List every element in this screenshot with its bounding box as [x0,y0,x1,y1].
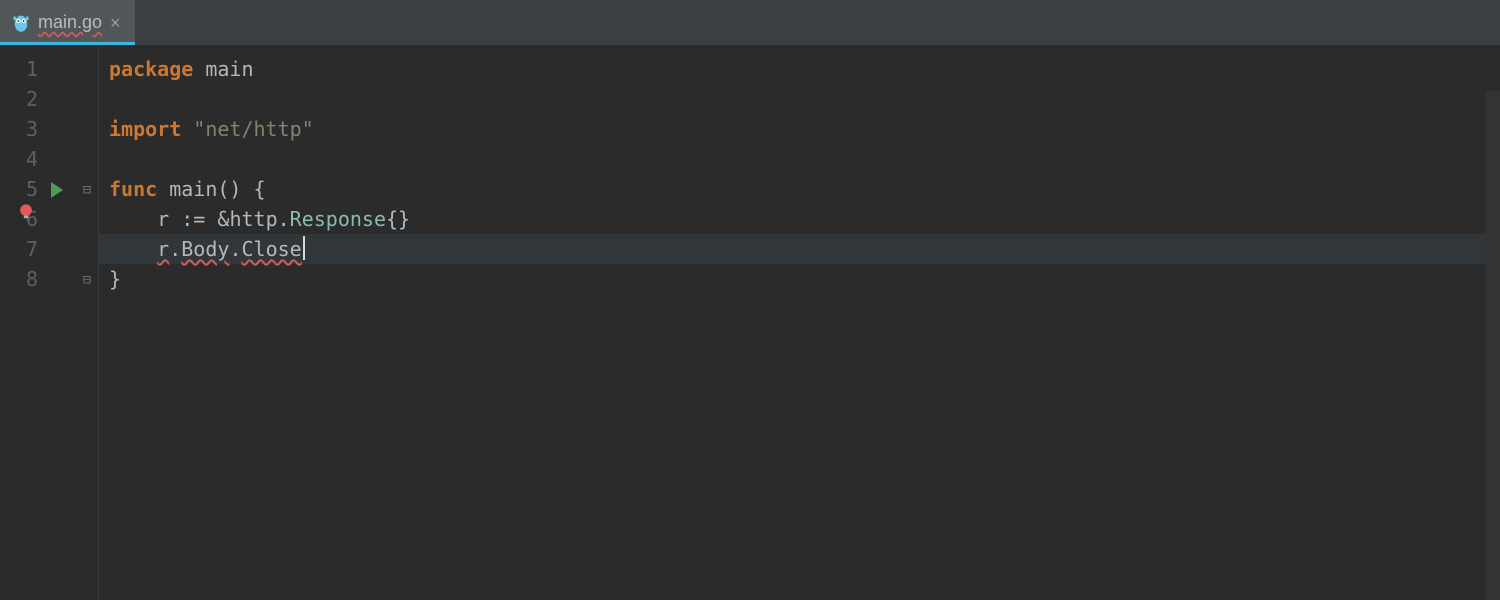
code-token: http [229,207,277,231]
code-token: := [181,207,205,231]
line-number[interactable]: 4 [0,144,38,174]
code-area[interactable]: package mainimport "net/http"func main()… [99,46,1500,600]
code-token: func [109,177,157,201]
run-gutter[interactable] [38,46,76,600]
code-token: {} [386,207,410,231]
code-token: main [205,57,253,81]
code-token: Response [290,207,386,231]
code-line[interactable]: } [109,264,1500,294]
code-line[interactable] [109,144,1500,174]
intention-bulb-icon[interactable] [17,203,35,221]
code-line[interactable]: r.Body.Close [99,234,1500,264]
code-token: r [157,237,169,261]
code-line[interactable] [109,84,1500,114]
tab-main-go[interactable]: main.go × [0,0,135,45]
line-number[interactable]: 2 [0,84,38,114]
text-caret [303,236,305,260]
line-number-gutter[interactable]: 12345678 [0,46,38,600]
code-token: import [109,117,181,141]
fold-toggle-icon[interactable]: ⊟ [83,265,91,295]
code-token: Body [181,237,229,261]
line-number[interactable]: 7 [0,234,38,264]
tab-filename: main.go [38,12,102,33]
line-number[interactable]: 1 [0,54,38,84]
line-number[interactable]: 3 [0,114,38,144]
scrollbar-track[interactable] [1486,91,1500,600]
code-token: () { [217,177,265,201]
tab-bar: main.go × [0,0,1500,46]
fold-gutter[interactable]: ⊟⊟ [76,46,99,600]
code-token: main [169,177,217,201]
code-token: . [169,237,181,261]
code-token: Close [241,237,301,261]
run-icon[interactable] [51,182,63,198]
code-token: } [109,267,121,291]
code-line[interactable]: func main() { [109,174,1500,204]
code-line[interactable]: import "net/http" [109,114,1500,144]
code-line[interactable]: package main [109,54,1500,84]
editor: 12345678 ⊟⊟ package mainimport "net/http… [0,46,1500,600]
close-icon[interactable]: × [110,14,121,32]
line-number[interactable]: 8 [0,264,38,294]
code-token: package [109,57,193,81]
line-number[interactable]: 5 [0,174,38,204]
gopher-icon [12,12,30,34]
code-token: "net/http" [193,117,313,141]
code-token: & [217,207,229,231]
code-token: r [157,207,169,231]
code-line[interactable]: r := &http.Response{} [109,204,1500,234]
code-token: . [278,207,290,231]
fold-toggle-icon[interactable]: ⊟ [83,175,91,205]
code-token: . [229,237,241,261]
